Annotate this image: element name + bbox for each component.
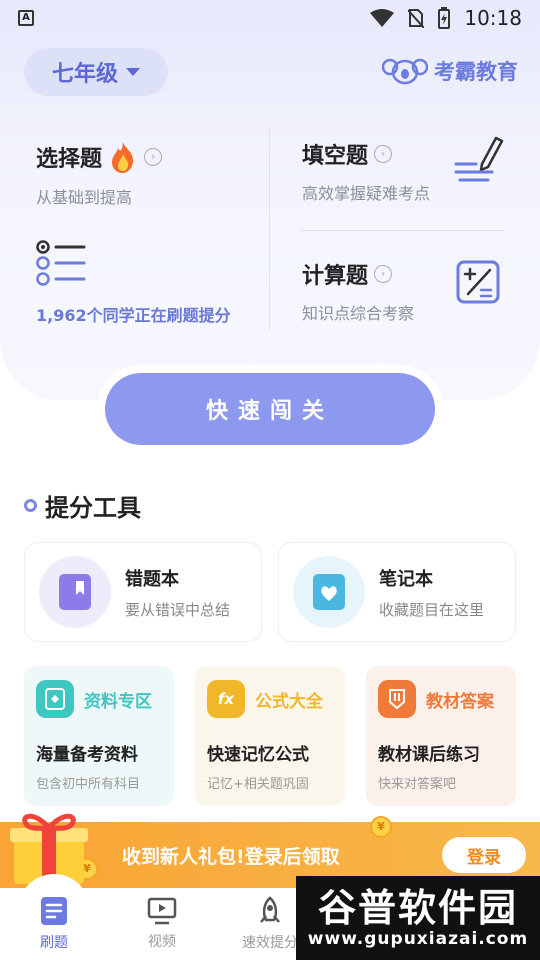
choice-subtitle: 从基础到提高 [36,188,133,207]
resource-title: 快速记忆公式 [207,745,309,765]
brand-logo: 考霸教育 [382,56,518,86]
quick-pass-button[interactable]: 快速闯关 [105,373,435,445]
horizontal-divider [300,230,504,231]
notebook-card[interactable]: 笔记本 收藏题目在这里 [278,542,516,642]
choice-question-card[interactable]: 选择题 › 从基础到提高 [36,140,256,286]
resource-title: 海量备考资料 [36,745,138,765]
no-sim-icon [408,9,425,28]
status-bar: A 10:18 [0,0,540,36]
bookmark-book-icon [39,556,111,628]
video-icon [147,897,177,925]
calc-title: 计算题 [302,264,369,289]
resource-title: 教材课后练习 [378,745,480,765]
choice-title: 选择题 [36,147,103,172]
resource-tag: 资料专区 [84,691,152,712]
heart-book-icon [293,556,365,628]
nav-label: 速效提分 [242,935,298,951]
section-dot-icon [24,499,37,512]
fire-icon [112,142,134,173]
brand-name: 考霸教育 [434,60,518,84]
resource-answers-card[interactable]: 教材答案 教材课后练习 快来对答案吧 [366,666,516,806]
resource-subtitle: 快来对答案吧 [378,777,457,792]
grade-label: 七年级 [51,62,118,87]
notification-icon: A [18,10,34,26]
banner-text: 收到新人礼包!登录后领取 [122,845,340,868]
tool-title: 笔记本 [379,568,433,590]
nav-label: 视频 [148,934,176,950]
grade-selector[interactable]: 七年级 [24,48,168,96]
calculator-icon [456,260,500,304]
wifi-icon [370,9,395,27]
koala-logo-icon [382,58,428,85]
arrow-right-circle-icon: › [144,148,163,166]
watermark: 谷普软件园 www.gupuxiazai.com [296,876,540,960]
arrow-right-circle-icon: › [374,265,393,283]
active-students-count: 1,962个同学正在刷题提分 [36,306,231,325]
nav-label: 刷题 [40,935,68,951]
login-button[interactable]: 登录 [442,837,526,873]
tool-subtitle: 要从错误中总结 [125,600,231,619]
arrow-right-circle-icon: › [374,145,393,163]
coin-icon: ¥ [370,816,392,838]
resource-tag: 公式大全 [255,691,323,712]
list-options-icon [36,240,86,286]
calculation-card[interactable]: 计算题 › 知识点综合考察 [302,258,500,324]
watermark-title: 谷普软件园 [317,886,518,930]
resource-formula-card[interactable]: fx 公式大全 快速记忆公式 记忆+相关题巩固 [195,666,345,806]
pen-write-icon [454,136,504,182]
tool-subtitle: 收藏题目在这里 [379,600,485,619]
rocket-icon [260,896,280,923]
folder-doc-icon [36,680,74,718]
fill-blank-card[interactable]: 填空题 › 高效掌握疑难考点 [302,136,504,204]
clock: 10:18 [464,6,522,30]
resource-materials-card[interactable]: 资料专区 海量备考资料 包含初中所有科目 [24,666,174,806]
resource-tag: 教材答案 [426,691,494,712]
formula-fx-icon: fx [207,680,245,718]
calc-subtitle: 知识点综合考察 [302,304,415,323]
resource-subtitle: 记忆+相关题巩固 [207,777,309,792]
battery-charging-icon [438,7,451,29]
section-title-text: 提分工具 [45,494,141,522]
nav-item-practice[interactable]: 刷题 [0,888,108,960]
nav-item-video[interactable]: 视频 [108,888,216,960]
practice-book-icon [41,897,67,925]
pencil-shield-icon [378,680,416,718]
tools-section-title: 提分工具 [24,488,141,523]
vertical-divider [269,130,270,330]
fill-subtitle: 高效掌握疑难考点 [302,184,431,203]
watermark-url: www.gupuxiazai.com [307,929,529,949]
mistake-book-card[interactable]: 错题本 要从错误中总结 [24,542,262,642]
fill-title: 填空题 [302,144,369,169]
resource-subtitle: 包含初中所有科目 [36,777,141,792]
caret-down-icon [126,68,140,76]
tool-title: 错题本 [125,568,179,590]
